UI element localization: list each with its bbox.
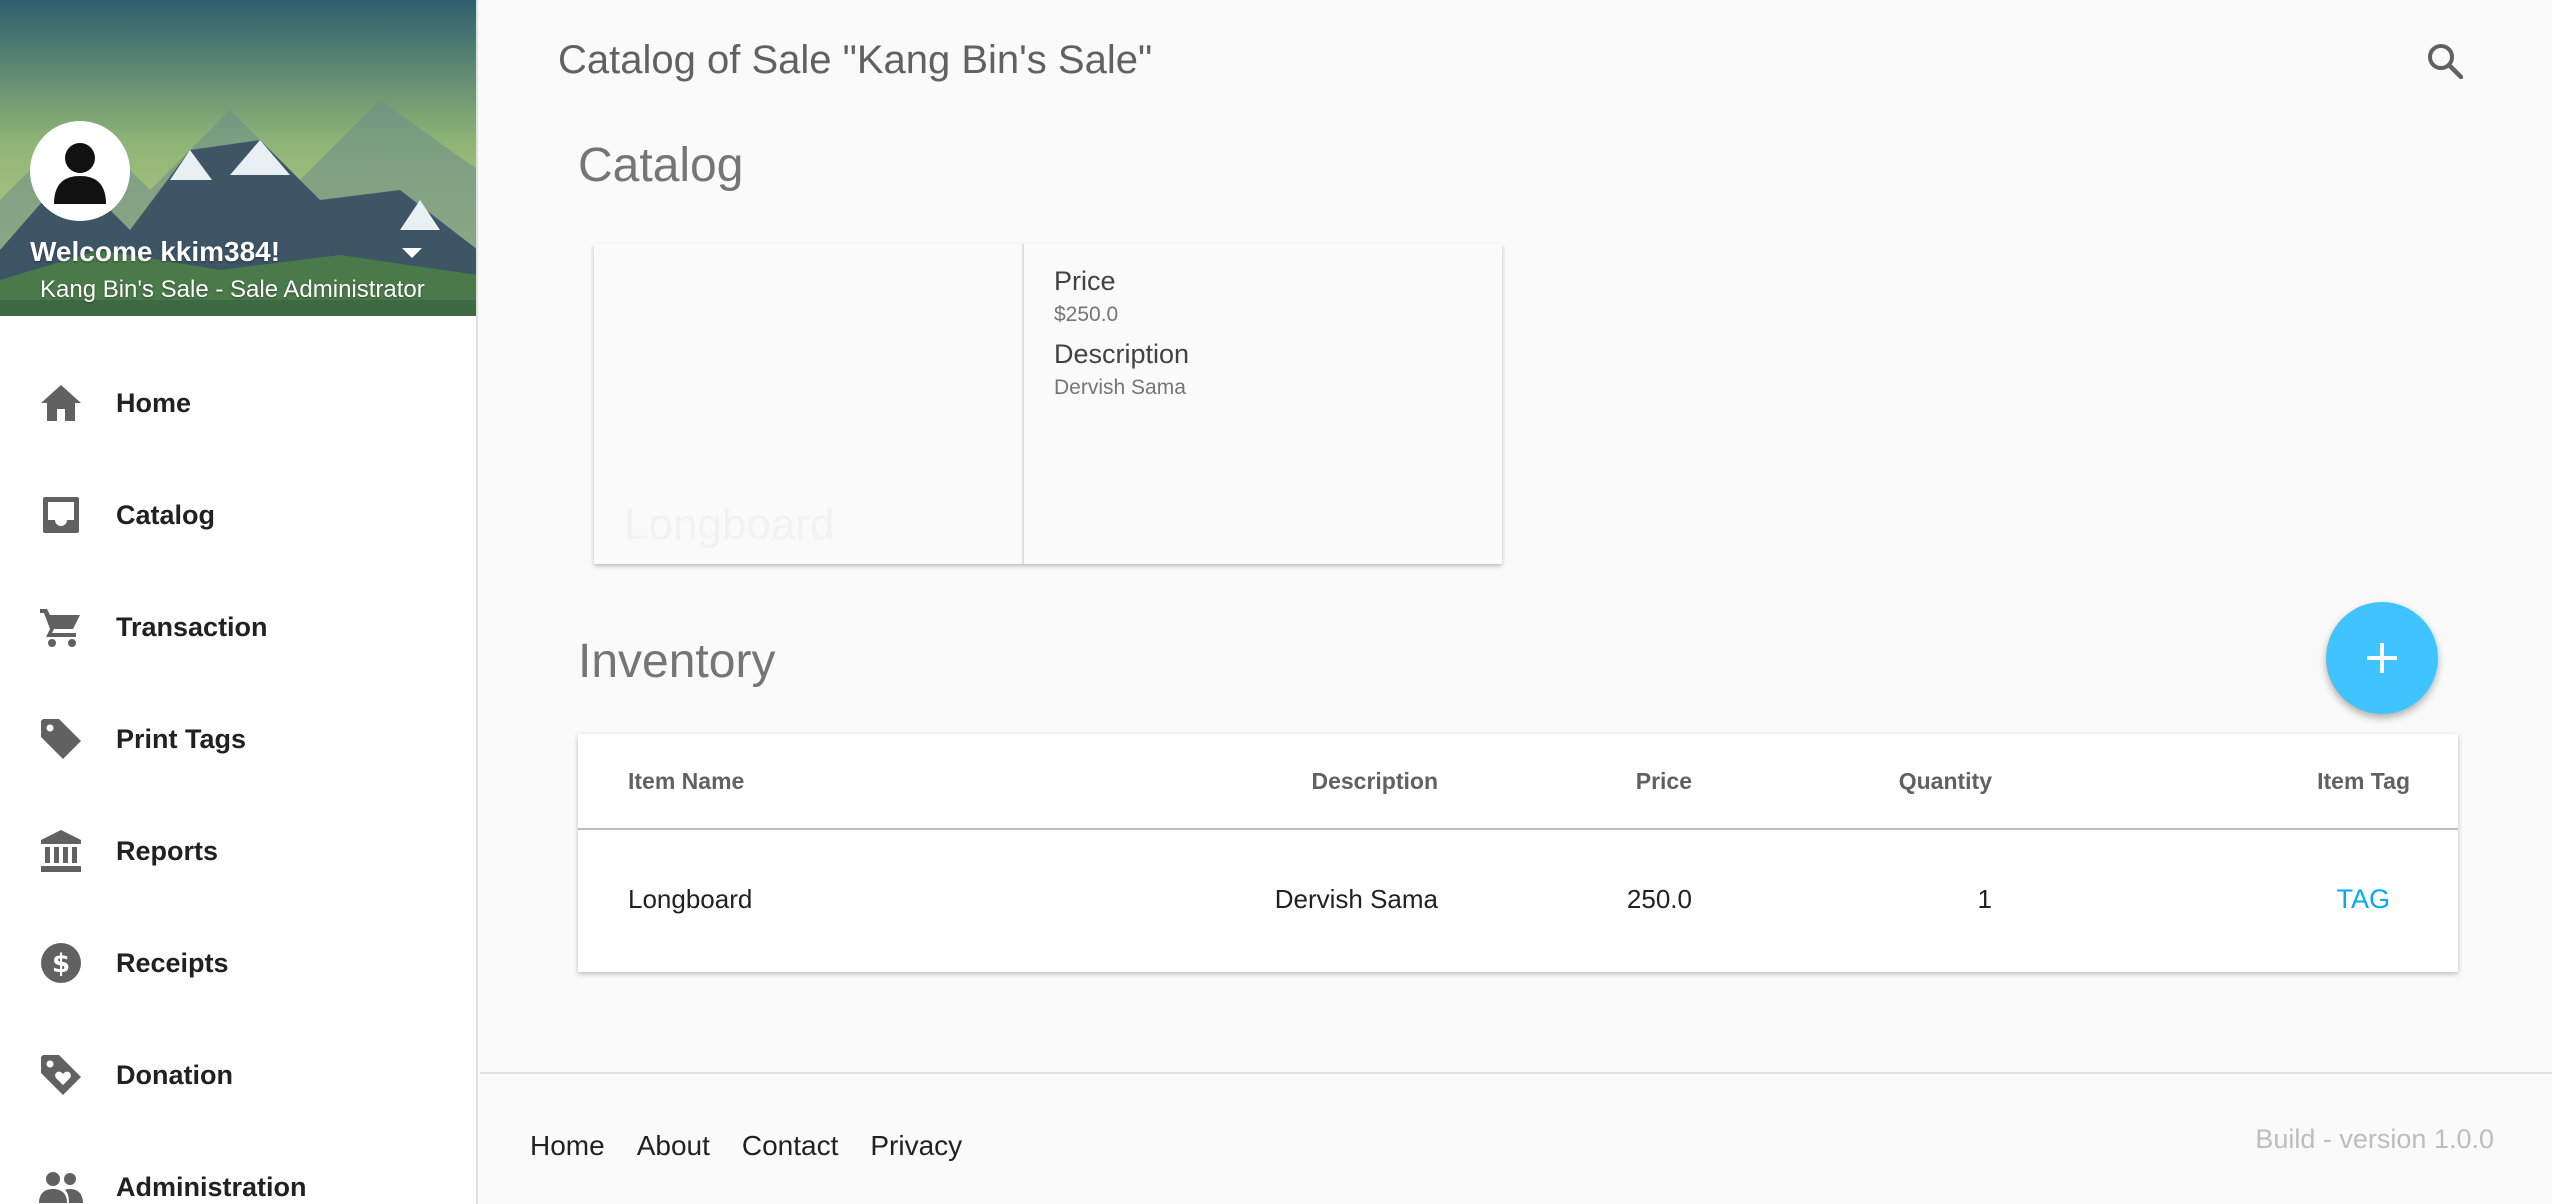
sidebar-item-reports[interactable]: Reports (0, 795, 476, 907)
sidebar-item-label: Reports (116, 835, 219, 866)
welcome-text: Welcome kkim384! (30, 236, 281, 267)
sidebar-item-label: Administration (116, 1171, 307, 1202)
footer-link-about[interactable]: About (637, 1130, 710, 1162)
sidebar-item-label: Catalog (116, 499, 216, 530)
description-value: Dervish Sama (1054, 376, 1186, 399)
sidebar-item-label: Donation (116, 1059, 233, 1090)
sidebar-nav: Home Catalog Transaction Print Tags Repo… (0, 347, 476, 1204)
sidebar-item-label: Transaction (116, 611, 268, 642)
column-header-item-name[interactable]: Item Name (578, 734, 1078, 830)
price-value: $250.0 (1054, 303, 1119, 326)
cell-item-name: Longboard (628, 884, 753, 914)
svg-text:$: $ (52, 949, 70, 979)
footer: Home About Contact Privacy Build - versi… (480, 1072, 2552, 1204)
people-icon (38, 1164, 84, 1204)
cell-item-tag: TAG (1992, 829, 2458, 969)
sidebar-item-label: Home (116, 387, 192, 418)
user-role: Kang Bin's Sale - Sale Administrator (40, 276, 425, 303)
card-image-title: Longboard (624, 500, 835, 549)
cell-quantity: 1 (1977, 884, 1992, 914)
footer-link-contact[interactable]: Contact (742, 1130, 839, 1162)
inventory-table: Item Name Description Price Quantity Ite… (578, 734, 2458, 972)
dollar-circle-icon: $ (38, 940, 84, 986)
cell-description: Dervish Sama (1274, 884, 1438, 914)
sidebar: Welcome kkim384! Kang Bin's Sale - Sale … (0, 0, 478, 1204)
inbox-icon (38, 492, 84, 538)
footer-links: Home About Contact Privacy (530, 1130, 962, 1162)
add-item-button[interactable] (2326, 602, 2438, 714)
sidebar-item-label: Print Tags (116, 723, 247, 754)
column-header-item-tag[interactable]: Item Tag (1992, 734, 2458, 830)
sidebar-item-donation[interactable]: Donation (0, 1019, 476, 1131)
cart-icon (38, 604, 84, 650)
description-label: Description (1054, 339, 1190, 369)
build-version: Build - version 1.0.0 (2255, 1124, 2494, 1154)
card-body: Price $250.0 Description Dervish Sama (1024, 244, 1219, 564)
sidebar-item-print-tags[interactable]: Print Tags (0, 683, 476, 795)
search-icon (2428, 44, 2463, 79)
page-title: Catalog of Sale "Kang Bin's Sale" (558, 38, 1153, 82)
catalog-heading: Catalog (578, 139, 744, 192)
cell-price: 250.0 (1626, 884, 1692, 914)
sidebar-item-transaction[interactable]: Transaction (0, 571, 476, 683)
heart-tag-icon (38, 1052, 84, 1098)
main-content: Catalog of Sale "Kang Bin's Sale" Catalo… (480, 0, 2552, 1204)
footer-link-home[interactable]: Home (530, 1130, 605, 1162)
profile-header: Welcome kkim384! Kang Bin's Sale - Sale … (0, 0, 476, 316)
avatar[interactable] (30, 121, 130, 221)
plus-icon (2367, 643, 2397, 673)
table-header-row: Item Name Description Price Quantity Ite… (578, 734, 2458, 830)
sidebar-item-administration[interactable]: Administration (0, 1131, 476, 1204)
bank-icon (38, 828, 84, 874)
card-image: Longboard (594, 244, 1024, 564)
sidebar-item-home[interactable]: Home (0, 347, 476, 459)
catalog-card[interactable]: Longboard Price $250.0 Description Dervi… (594, 244, 1502, 564)
column-header-quantity[interactable]: Quantity (1692, 734, 1992, 830)
sidebar-item-catalog[interactable]: Catalog (0, 459, 476, 571)
chevron-down-icon[interactable] (402, 248, 422, 258)
inventory-heading: Inventory (578, 635, 776, 688)
person-icon (54, 143, 106, 204)
price-label: Price (1054, 266, 1116, 296)
home-icon (38, 380, 84, 426)
sidebar-item-receipts[interactable]: $ Receipts (0, 907, 476, 1019)
column-header-price[interactable]: Price (1438, 734, 1692, 830)
table-row[interactable]: Longboard Dervish Sama 250.0 1 TAG (578, 829, 2458, 969)
footer-link-privacy[interactable]: Privacy (870, 1130, 962, 1162)
column-header-description[interactable]: Description (1078, 734, 1438, 830)
tag-icon (38, 716, 84, 762)
search-button[interactable] (2422, 38, 2468, 84)
tag-button[interactable]: TAG (2337, 884, 2411, 914)
sidebar-item-label: Receipts (116, 947, 229, 978)
